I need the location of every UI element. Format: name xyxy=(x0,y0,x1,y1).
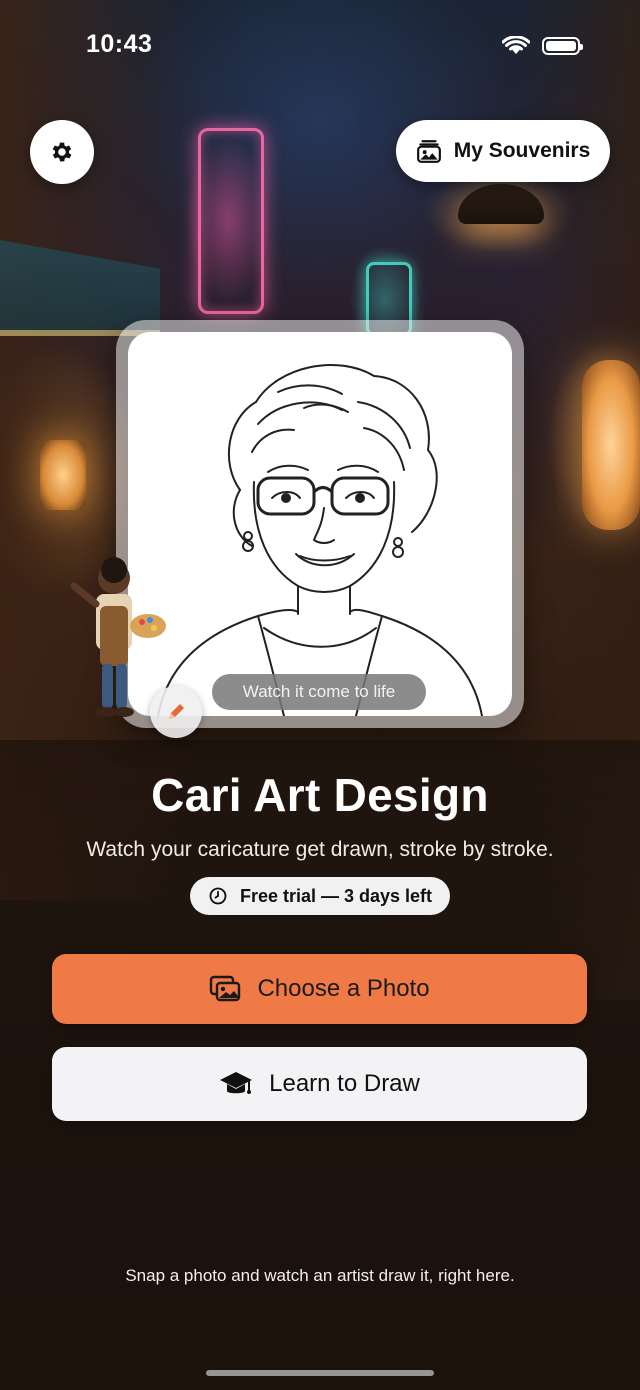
background-neon-sign xyxy=(198,128,264,314)
pencil-badge xyxy=(150,686,202,738)
status-time: 10:43 xyxy=(86,30,153,58)
wifi-icon xyxy=(502,36,530,54)
my-souvenirs-button[interactable]: My Souvenirs xyxy=(396,120,610,182)
caricature-sketch xyxy=(157,364,483,716)
pencil-icon xyxy=(169,704,184,719)
choose-photo-label: Choose a Photo xyxy=(257,975,430,1002)
trial-status-label: Free trial — 3 days left xyxy=(239,885,433,906)
footer-note: Snap a photo and watch an artist draw it… xyxy=(125,1266,515,1285)
home-indicator[interactable] xyxy=(206,1370,434,1376)
status-icons xyxy=(502,36,583,56)
trial-status-badge: Free trial — 3 days left xyxy=(190,877,450,915)
photo-album-icon xyxy=(416,140,441,163)
learn-to-draw-label: Learn to Draw xyxy=(269,1070,420,1097)
app-title: Cari Art Design xyxy=(151,769,489,821)
settings-button[interactable] xyxy=(30,120,94,184)
preview-caption: Watch it come to life xyxy=(212,674,426,710)
portrait-drawing xyxy=(128,332,512,716)
portrait-preview-card xyxy=(116,320,524,728)
artist-character xyxy=(70,557,166,717)
choose-photo-button[interactable]: Choose a Photo xyxy=(52,954,587,1024)
gear-icon xyxy=(52,142,72,162)
clock-icon xyxy=(209,887,227,905)
photos-icon xyxy=(210,975,241,1002)
learn-to-draw-button[interactable]: Learn to Draw xyxy=(52,1047,587,1121)
graduation-cap-icon xyxy=(220,1072,253,1094)
background-lantern xyxy=(582,360,640,530)
battery-icon xyxy=(542,37,583,55)
my-souvenirs-label: My Souvenirs xyxy=(453,139,591,162)
app-subtitle: Watch your caricature get drawn, stroke … xyxy=(86,838,554,861)
background-street-lamp xyxy=(40,440,86,510)
